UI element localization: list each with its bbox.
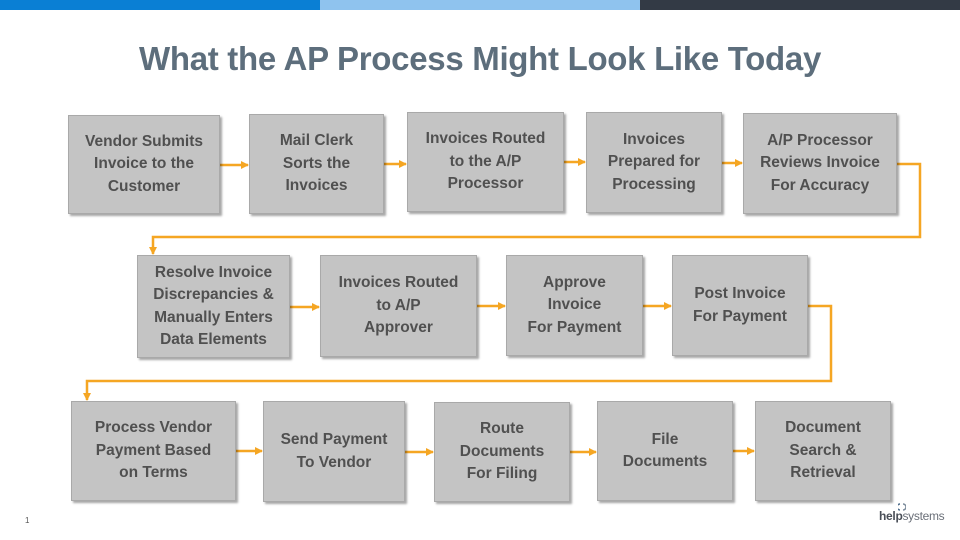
- step-document-search: Document Search & Retrieval: [755, 401, 891, 501]
- logo-text-help: help: [879, 509, 903, 523]
- step-processor-reviews: A/P Processor Reviews Invoice For Accura…: [743, 113, 897, 214]
- step-routed-to-processor: Invoices Routed to the A/P Processor: [407, 112, 564, 212]
- step-invoices-prepared: Invoices Prepared for Processing: [586, 112, 722, 213]
- step-mail-clerk-sorts: Mail Clerk Sorts the Invoices: [249, 114, 384, 214]
- step-resolve-discrepancies: Resolve Invoice Discrepancies & Manually…: [137, 255, 290, 358]
- step-post-invoice: Post Invoice For Payment: [672, 255, 808, 356]
- step-file-documents: File Documents: [597, 401, 733, 501]
- step-send-payment: Send Payment To Vendor: [263, 401, 405, 502]
- step-approve-invoice: Approve Invoice For Payment: [506, 255, 643, 356]
- helpsystems-logo: helpsystems: [879, 509, 945, 523]
- step-route-documents: Route Documents For Filing: [434, 402, 570, 502]
- logo-text-systems: systems: [902, 509, 945, 523]
- step-process-vendor-payment: Process Vendor Payment Based on Terms: [71, 401, 236, 501]
- step-routed-to-approver: Invoices Routed to A/P Approver: [320, 255, 477, 357]
- page-number: 1: [25, 516, 30, 525]
- step-vendor-submits-invoice: Vendor Submits Invoice to the Customer: [68, 115, 220, 214]
